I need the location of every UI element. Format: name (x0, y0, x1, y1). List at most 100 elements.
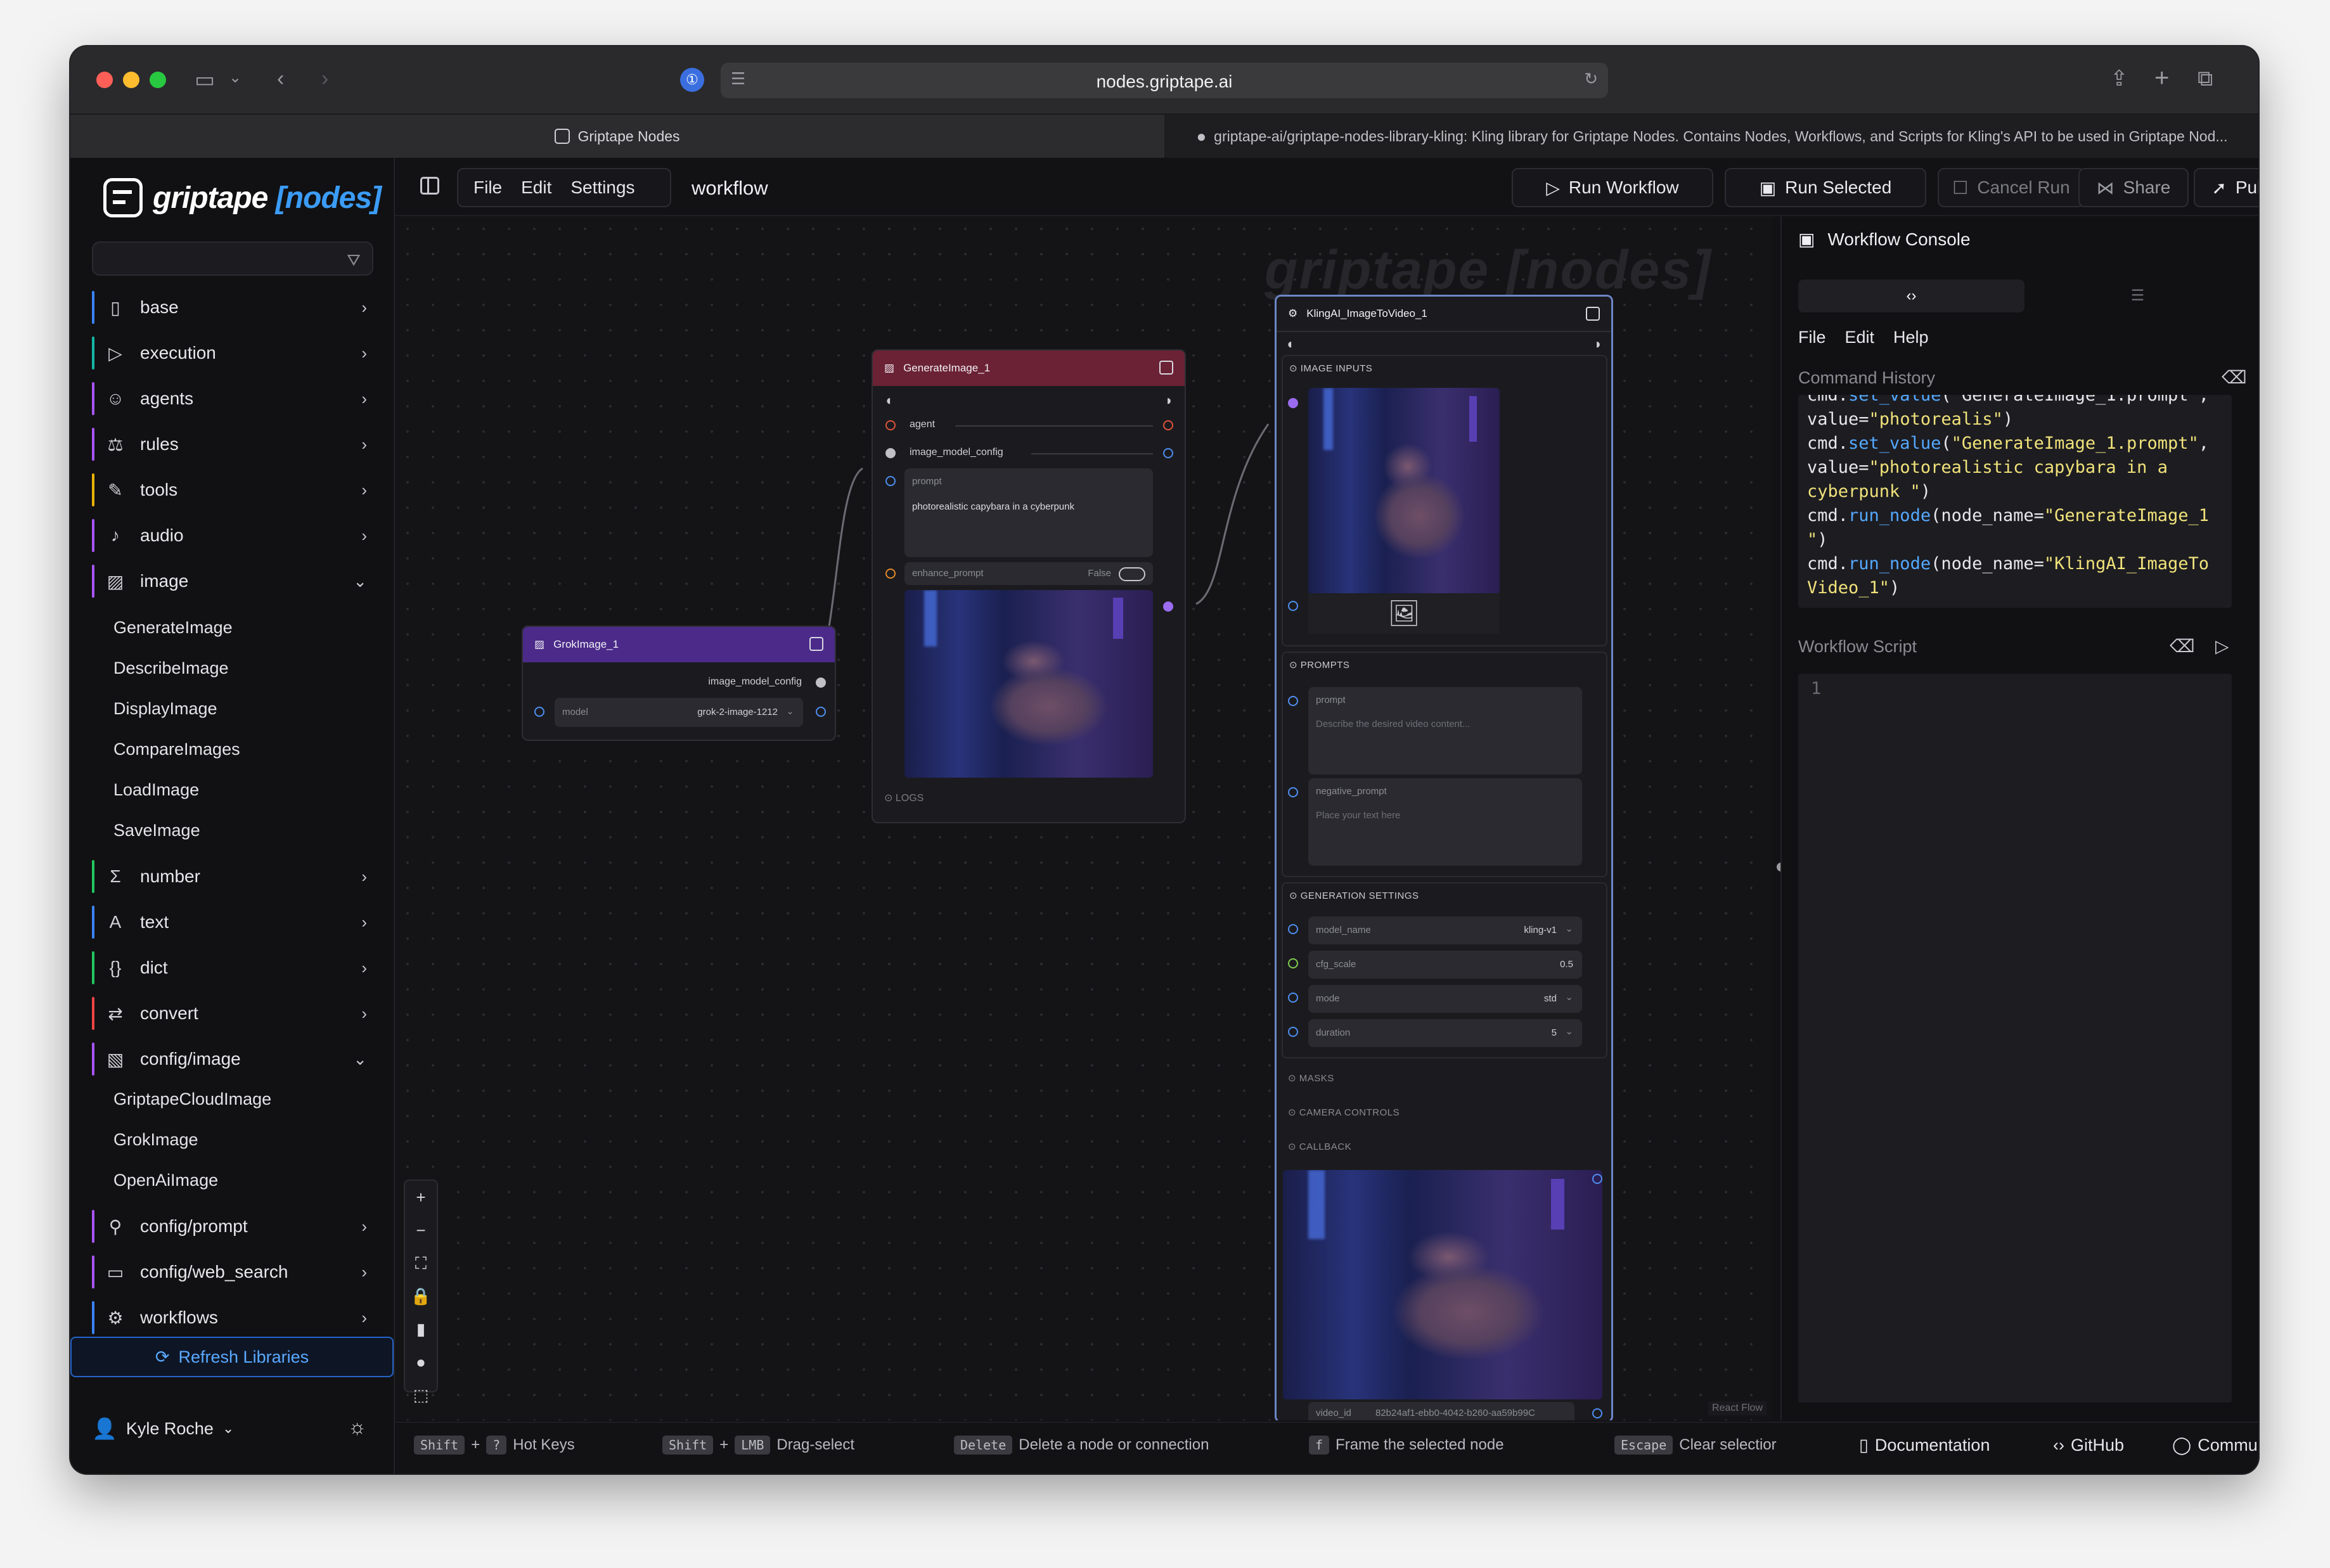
exec-out-icon[interactable]: ◗ (1165, 392, 1173, 409)
library-item-loadimage[interactable]: LoadImage (113, 780, 199, 800)
back-icon[interactable]: ‹ (277, 68, 284, 89)
react-flow-attribution[interactable]: React Flow (1708, 1401, 1767, 1415)
github-link[interactable]: ‹› GitHub (2053, 1436, 2124, 1455)
menu-edit[interactable]: Edit (521, 177, 551, 198)
sidebar-item-rules[interactable]: ⚖ rules › (92, 425, 373, 463)
publish-button[interactable]: ➚ Publish (2194, 168, 2258, 207)
community-link[interactable]: ◯ Community (2172, 1436, 2258, 1455)
address-bar[interactable]: ☰ nodes.griptape.ai ↻ (721, 63, 1608, 98)
run-script-icon[interactable]: ▷ (2215, 636, 2229, 657)
negative-prompt-field[interactable]: negative_prompt Place your text here (1308, 778, 1582, 866)
sidebar-item-execution[interactable]: ▷ execution › (92, 334, 373, 372)
generation-settings-label[interactable]: ⊙ GENERATION SETTINGS (1289, 890, 1419, 901)
chevron-right-icon[interactable]: ⊙ (884, 793, 892, 804)
run-node-icon[interactable] (1159, 361, 1173, 375)
agent-output-port[interactable] (1163, 420, 1173, 430)
sidebar-item-config-web-search[interactable]: ▭ config/web_search › (92, 1253, 373, 1291)
mode-port[interactable] (1288, 993, 1298, 1003)
tab-github-kling[interactable]: ● griptape-ai/griptape-nodes-library-kli… (1166, 115, 2258, 158)
run-node-icon[interactable] (809, 637, 823, 651)
prompts-label[interactable]: ⊙ PROMPTS (1289, 659, 1349, 671)
generated-image-preview[interactable] (904, 590, 1153, 778)
sidebar-toggle-icon[interactable]: ▭ (195, 69, 215, 91)
workflow-script-editor[interactable]: 1 (1798, 674, 2232, 1403)
model-select[interactable]: model grok-2-image-1212 ⌄ (555, 698, 803, 727)
library-item-grokimage[interactable]: GrokImage (113, 1130, 198, 1150)
output-port[interactable] (816, 678, 826, 688)
image-output-port[interactable] (1163, 601, 1173, 612)
callback-section[interactable]: ⊙ CALLBACK (1288, 1141, 1351, 1152)
library-item-compareimages[interactable]: CompareImages (113, 740, 240, 759)
share-icon[interactable]: ⇪ (2110, 68, 2128, 89)
config-output-port[interactable] (1163, 448, 1173, 458)
image-upload-icon[interactable]: 🖼 (1308, 593, 1500, 634)
image-input-port[interactable] (1288, 398, 1298, 408)
run-selected-button[interactable]: ▣ Run Selected (1725, 168, 1926, 207)
forward-icon[interactable]: › (321, 68, 328, 89)
library-search-input[interactable]: ⛛ (92, 241, 373, 276)
list-view-tab[interactable]: ☰ (2024, 280, 2251, 312)
new-tab-icon[interactable]: + (2154, 65, 2169, 91)
fit-view-icon[interactable]: ⛶ (405, 1247, 437, 1280)
workflow-canvas[interactable]: griptape [nodes] ▨ GrokImage_1 image_mod… (395, 216, 1772, 1420)
exec-out-icon[interactable]: ◗ (1594, 336, 1602, 352)
tab-overview-icon[interactable]: ⧉ (2198, 68, 2213, 89)
tab-griptape-nodes[interactable]: Griptape Nodes (70, 115, 1164, 158)
node-generateimage[interactable]: ▨ GenerateImage_1 ◖ ◗ agent image_model_… (872, 349, 1186, 823)
sidebar-item-tools[interactable]: ✎ tools › (92, 471, 373, 509)
video-output-port[interactable] (1592, 1174, 1602, 1184)
node-header[interactable]: ▨ GrokImage_1 (523, 627, 835, 662)
cfg-scale-field[interactable]: cfg_scale 0.5 (1308, 951, 1582, 979)
chevron-down-icon[interactable]: ⌄ (229, 70, 241, 86)
filter-icon[interactable]: ⛛ (347, 250, 361, 271)
menu-file[interactable]: File (473, 177, 502, 198)
node-klingai-imagetovideo[interactable]: ⚙ KlingAI_ImageToVideo_1 ◖ ◗ ⊙ IMAGE INP… (1275, 295, 1613, 1420)
sidebar-item-workflows[interactable]: ⚙ workflows › (92, 1299, 373, 1337)
duration-port[interactable] (1288, 1027, 1298, 1037)
clear-script-icon[interactable]: ⌫ (2170, 636, 2195, 657)
run-workflow-button[interactable]: ▷ Run Workflow (1512, 168, 1713, 207)
enhance-prompt-toggle[interactable]: enhance_prompt False (904, 562, 1153, 585)
sidebar-item-audio[interactable]: ♪ audio › (92, 517, 373, 555)
image-input-port-2[interactable] (1288, 601, 1298, 611)
toggle-switch[interactable] (1119, 567, 1145, 581)
sidebar-item-dict[interactable]: {} dict › (92, 949, 373, 987)
sidebar-item-image[interactable]: ▨ image ⌄ (92, 562, 373, 600)
kling-prompt-field[interactable]: prompt Describe the desired video conten… (1308, 687, 1582, 774)
node-header[interactable]: ▨ GenerateImage_1 (873, 350, 1185, 386)
output-port[interactable] (816, 707, 826, 717)
command-history[interactable]: cmd.set_value("GenerateImage_1.prompt", … (1798, 395, 2232, 608)
workflow-name[interactable]: workflow (692, 177, 768, 200)
exec-in-icon[interactable]: ◖ (1285, 336, 1294, 352)
enhance-input-port[interactable] (885, 569, 896, 579)
negative-prompt-input-port[interactable] (1288, 787, 1298, 797)
output-video-preview[interactable] (1283, 1170, 1602, 1399)
mode-select[interactable]: mode std ⌄ (1308, 985, 1582, 1013)
zoom-out-icon[interactable]: − (405, 1214, 437, 1247)
video-id-port[interactable] (1592, 1408, 1602, 1418)
sidebar-item-agents[interactable]: ☺ agents › (92, 380, 373, 418)
sidebar-item-text[interactable]: Atext › (92, 903, 373, 941)
panel-toggle-icon[interactable] (420, 177, 439, 195)
model-name-port[interactable] (1288, 924, 1298, 934)
exec-in-icon[interactable]: ◖ (884, 392, 892, 409)
map-icon[interactable]: ▮ (405, 1313, 437, 1346)
sidebar-item-base[interactable]: ▯ base › (92, 288, 373, 326)
agent-input-port[interactable] (885, 420, 896, 430)
node-header[interactable]: ⚙ KlingAI_ImageToVideo_1 (1277, 297, 1611, 332)
lock-icon[interactable]: 🔒 (405, 1280, 437, 1313)
input-image-preview[interactable] (1308, 388, 1500, 594)
video-id-field[interactable]: video_id 82b24af1-ebb0-4042-b260-aa59b99… (1308, 1402, 1574, 1420)
theme-toggle-icon[interactable]: ☼ (348, 1415, 366, 1439)
image-inputs-label[interactable]: ⊙ IMAGE INPUTS (1289, 363, 1372, 374)
share-button[interactable]: ⋈ Share (2078, 168, 2189, 207)
password-manager-icon[interactable]: ① (680, 68, 704, 92)
reload-icon[interactable]: ↻ (1584, 70, 1598, 87)
refresh-libraries-button[interactable]: ⟳ Refresh Libraries (70, 1337, 394, 1377)
library-item-saveimage[interactable]: SaveImage (113, 821, 200, 840)
close-window-button[interactable] (96, 72, 113, 88)
prompt-field[interactable]: prompt photorealistic capybara in a cybe… (904, 468, 1153, 557)
duration-select[interactable]: duration 5 ⌄ (1308, 1019, 1582, 1047)
masks-section[interactable]: ⊙ MASKS (1288, 1072, 1334, 1084)
config-input-port[interactable] (885, 448, 896, 458)
